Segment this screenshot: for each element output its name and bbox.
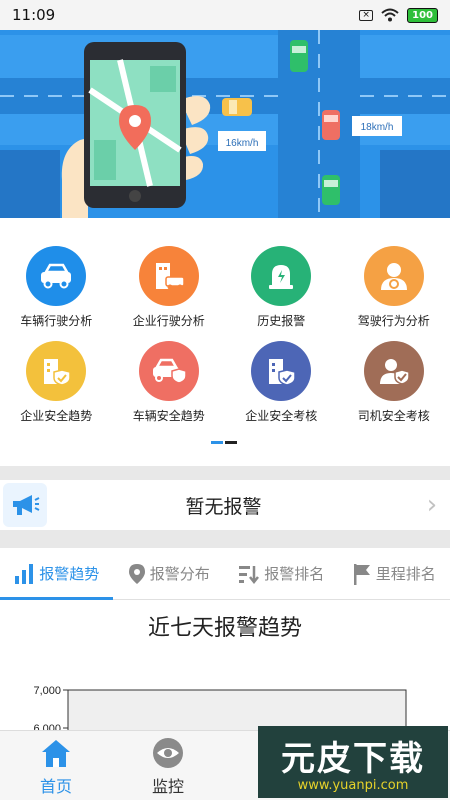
tab-alarm-distribution[interactable]: 报警分布 [113,548,226,599]
grid-item-vehicle-safety-trend[interactable]: 车辆安全趋势 [113,341,226,424]
speed-label-1: 16km/h [226,138,259,149]
tab-alarm-ranking[interactable]: 报警排名 [225,548,338,599]
banner-carousel[interactable]: 16km/h 18km/h [0,30,450,218]
car-icon [26,246,87,306]
grid-item-enterprise-safety-assessment[interactable]: 企业安全考核 [225,341,338,424]
grid-item-enterprise-driving-analysis[interactable]: 企业行驶分析 [113,246,226,329]
building-check-icon [251,341,312,401]
chevron-right-icon: › [426,490,438,520]
speed-label-2: 18km/h [361,122,394,133]
grid-item-label: 车辆安全趋势 [132,409,205,423]
eye-icon [152,737,184,769]
grid-item-label: 企业行驶分析 [132,314,205,328]
sim-icon: × [359,9,374,21]
building-car-icon [138,246,199,306]
nav-label: 监控 [151,777,184,796]
driver-icon [363,246,424,306]
stats-tabs: 报警趋势 报警分布 报警排名 里程排名 [0,548,450,600]
bar-chart-icon [15,563,34,584]
grid-item-vehicle-driving-analysis[interactable]: 车辆行驶分析 [0,246,113,329]
page-indicator [225,441,237,444]
watermark-logo: 元皮下载 www.yuanpi.com [258,726,448,798]
tab-label: 报警趋势 [39,565,100,583]
grid-item-driver-safety-assessment[interactable]: 司机安全考核 [338,341,450,424]
grid-item-label: 企业安全趋势 [20,409,93,423]
person-check-icon [363,341,424,401]
flag-icon [353,563,370,585]
page-indicator-active [211,441,223,444]
status-bar: 11:09 × 100 [0,0,450,30]
watermark-url: www.yuanpi.com [297,778,409,793]
sort-icon [239,565,260,584]
nav-label: 首页 [39,777,72,796]
nav-monitor[interactable]: 监控 [112,731,224,800]
alarm-notice-bar[interactable]: 暂无报警 › [0,480,450,530]
grid-page-indicator [211,441,237,444]
banner-illustration: 16km/h 18km/h [0,30,450,218]
status-time: 11:09 [12,6,56,24]
grid-item-alarm-history[interactable]: 历史报警 [225,246,338,329]
tab-label: 报警分布 [149,565,210,583]
grid-item-label: 历史报警 [257,314,306,328]
grid-item-label: 驾驶行为分析 [357,314,430,328]
home-icon [40,737,72,769]
chart-title: 近七天报警趋势 [147,616,302,641]
tab-label: 里程排名 [375,565,436,583]
divider [0,466,450,480]
tab-label: 报警排名 [264,565,325,583]
alarm-icon [251,246,312,306]
grid-item-enterprise-safety-trend[interactable]: 企业安全趋势 [0,341,113,424]
alarm-notice-text: 暂无报警 [185,495,262,518]
divider [0,530,450,548]
battery-indicator: 100 [407,7,438,23]
status-icons: × 100 [359,7,438,23]
tab-mileage-ranking[interactable]: 里程排名 [338,548,450,599]
location-pin-icon [128,563,145,584]
function-grid: 车辆行驶分析 企业行驶分析 历史报警 驾驶行为分析 企业安全趋势 车辆安全趋势 [0,246,450,424]
grid-item-driving-behavior-analysis[interactable]: 驾驶行为分析 [338,246,450,329]
grid-item-label: 企业安全考核 [245,409,318,423]
watermark-main-text: 元皮下载 [281,739,425,779]
y-tick-label: 7,000 [33,685,61,697]
grid-item-label: 车辆行驶分析 [20,314,93,328]
nav-home[interactable]: 首页 [0,731,112,800]
building-shield-icon [26,341,87,401]
tab-alarm-trend[interactable]: 报警趋势 [0,548,113,600]
wifi-icon [381,8,399,22]
car-shield-icon [138,341,199,401]
grid-item-label: 司机安全考核 [357,409,430,423]
